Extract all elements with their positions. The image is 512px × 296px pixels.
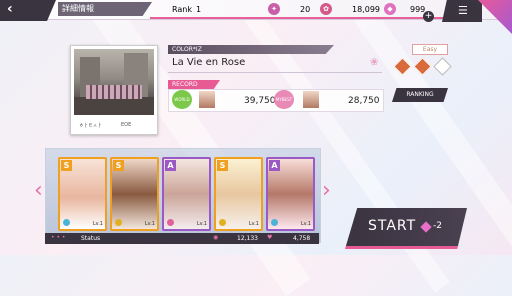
stat-a-icon: ◉: [213, 234, 219, 241]
title-underline: [168, 72, 382, 73]
attribute-icon: [271, 219, 278, 226]
world-avatar: [198, 90, 216, 109]
attribute-icon: [115, 219, 122, 226]
start-cost: -2: [433, 221, 442, 231]
status-dots: • • •: [51, 234, 66, 241]
member-card-3[interactable]: A Lv.1: [162, 157, 211, 231]
header-accent-line: [150, 17, 445, 19]
plus-icon[interactable]: +: [423, 11, 434, 22]
album-photo: [74, 49, 154, 115]
menu-icon: ☰: [458, 4, 468, 17]
menu-button[interactable]: ☰: [442, 0, 482, 22]
card-level: Lv.1: [248, 221, 259, 227]
attribute-icon: [167, 219, 174, 226]
stat-a-value: 12,133: [237, 235, 258, 242]
rank-badge: S: [113, 160, 124, 171]
card-level: Lv.1: [92, 221, 103, 227]
rank-label: Rank: [172, 5, 192, 14]
stat-b-icon: ♥: [267, 234, 273, 241]
album-caption-right: EOE: [121, 122, 132, 128]
rank-badge: A: [165, 160, 176, 171]
coin-icon: ✿: [320, 3, 332, 15]
song-title: La Vie en Rose: [172, 57, 246, 68]
stamina-icon: ✦: [268, 3, 280, 15]
back-button[interactable]: ‹: [0, 0, 56, 21]
group-name: COLOR*IZ: [168, 45, 334, 54]
member-card-1[interactable]: S Lv.1: [58, 157, 107, 231]
right-arrow-icon[interactable]: ›: [322, 178, 331, 203]
mybest-avatar: [302, 90, 320, 109]
card-level: Lv.1: [300, 221, 311, 227]
card-level: Lv.1: [144, 221, 155, 227]
back-arrow-icon: ‹: [7, 1, 13, 17]
stat-b-value: 4,758: [293, 235, 311, 242]
member-card-5[interactable]: A Lv.1: [266, 157, 315, 231]
flower-icon: ❀: [370, 57, 379, 68]
album-caption-left: ㅎㅏㅌㅅㅏ: [79, 123, 103, 129]
mybest-icon: MYBEST: [274, 90, 294, 109]
record-label: RECORD: [168, 80, 220, 89]
diamond-icon: ◆: [384, 3, 396, 15]
mybest-score: 28,750: [348, 96, 380, 106]
start-label: START: [368, 218, 417, 234]
card-level: Lv.1: [196, 221, 207, 227]
member-card-4[interactable]: S Lv.1: [214, 157, 263, 231]
rank-badge: S: [217, 160, 228, 171]
attribute-icon: [219, 219, 226, 226]
difficulty-label: Easy: [412, 44, 448, 55]
rank-badge: A: [269, 160, 280, 171]
left-arrow-icon[interactable]: ‹: [34, 178, 43, 203]
status-label: Status: [81, 235, 101, 242]
difficulty-diamond-3[interactable]: [433, 57, 452, 76]
album-cover: ㅎㅏㅌㅅㅏ EOE: [70, 45, 158, 135]
rank-value: 1: [196, 5, 202, 14]
world-icon: WORLD: [172, 90, 192, 109]
member-card-2[interactable]: S Lv.1: [110, 157, 159, 231]
page-title: 詳細情報: [58, 2, 152, 16]
world-score: 39,750: [244, 96, 276, 106]
rank-badge: S: [61, 160, 72, 171]
status-bar[interactable]: • • • Status ◉ 12,133 ♥ 4,758: [45, 233, 319, 244]
stamina-value: 20: [300, 5, 311, 14]
ranking-button[interactable]: RANKING: [392, 88, 448, 102]
coin-value: 18,099: [352, 5, 380, 14]
attribute-icon: [63, 219, 70, 226]
